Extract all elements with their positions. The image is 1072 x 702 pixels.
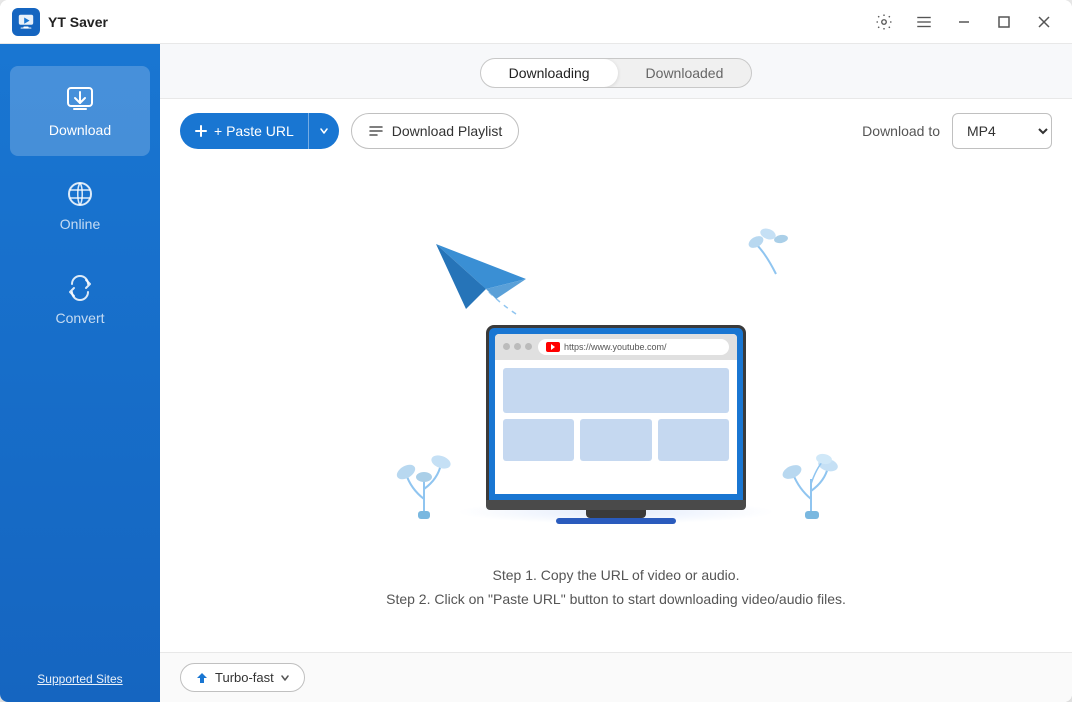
turbo-icon xyxy=(195,671,209,685)
toolbar: + Paste URL Download Playlist xyxy=(160,99,1072,163)
titlebar: YT Saver xyxy=(0,0,1072,44)
paste-url-label: + Paste URL xyxy=(214,123,294,139)
chevron-down-icon xyxy=(319,126,329,136)
sidebar-online-label: Online xyxy=(60,216,100,232)
steps-text: Step 1. Copy the URL of video or audio. … xyxy=(386,564,846,612)
online-icon xyxy=(64,178,96,210)
sidebar-item-online[interactable]: Online xyxy=(10,160,150,250)
format-select[interactable]: MP4 MP3 MKV AVI MOV xyxy=(952,113,1052,149)
sidebar: Download Online xyxy=(0,44,160,702)
settings-button[interactable] xyxy=(868,6,900,38)
app-title: YT Saver xyxy=(48,14,868,30)
turbo-speed-button[interactable]: Turbo-fast xyxy=(180,663,305,692)
convert-icon xyxy=(64,272,96,304)
tab-group: Downloading Downloaded xyxy=(480,58,753,88)
supported-sites-link[interactable]: Supported Sites xyxy=(37,672,122,686)
plant-left-illustration xyxy=(396,439,451,519)
turbo-label: Turbo-fast xyxy=(215,670,274,685)
paper-plane-illustration xyxy=(426,234,556,334)
plant-top-right xyxy=(746,224,806,284)
paste-url-main[interactable]: + Paste URL xyxy=(180,113,308,149)
bottom-bar: Turbo-fast xyxy=(160,652,1072,702)
playlist-icon xyxy=(368,123,384,139)
tab-downloaded[interactable]: Downloaded xyxy=(618,59,752,87)
tab-bar: Downloading Downloaded xyxy=(160,44,1072,99)
download-icon xyxy=(64,84,96,116)
close-button[interactable] xyxy=(1028,6,1060,38)
app-window: YT Saver xyxy=(0,0,1072,702)
sidebar-bottom: Supported Sites xyxy=(0,672,160,702)
sidebar-item-download[interactable]: Download xyxy=(10,66,150,156)
download-playlist-button[interactable]: Download Playlist xyxy=(351,113,520,149)
step1-text: Step 1. Copy the URL of video or audio. xyxy=(386,564,846,588)
plus-icon xyxy=(194,124,208,138)
illustration-area: https://www.youtube.com/ xyxy=(160,163,1072,652)
illustration-container: https://www.youtube.com/ xyxy=(366,204,866,544)
app-logo xyxy=(12,8,40,36)
plant-right-illustration xyxy=(781,439,841,519)
maximize-button[interactable] xyxy=(988,6,1020,38)
menu-button[interactable] xyxy=(908,6,940,38)
logo-icon xyxy=(17,13,35,31)
sidebar-item-convert[interactable]: Convert xyxy=(10,254,150,344)
content-area: Downloading Downloaded + Paste URL xyxy=(160,44,1072,702)
download-to-label: Download to xyxy=(862,123,940,139)
minimize-button[interactable] xyxy=(948,6,980,38)
laptop-illustration: https://www.youtube.com/ xyxy=(486,325,746,524)
window-controls xyxy=(868,6,1060,38)
step2-text: Step 2. Click on "Paste URL" button to s… xyxy=(386,588,846,612)
browser-url: https://www.youtube.com/ xyxy=(564,342,667,352)
main-layout: Download Online xyxy=(0,44,1072,702)
download-playlist-label: Download Playlist xyxy=(392,123,503,139)
tab-downloading[interactable]: Downloading xyxy=(481,59,618,87)
sidebar-download-label: Download xyxy=(49,122,111,138)
sidebar-convert-label: Convert xyxy=(55,310,104,326)
paste-url-button[interactable]: + Paste URL xyxy=(180,113,339,149)
paste-url-dropdown-arrow[interactable] xyxy=(308,113,339,149)
turbo-chevron-icon xyxy=(280,673,290,683)
